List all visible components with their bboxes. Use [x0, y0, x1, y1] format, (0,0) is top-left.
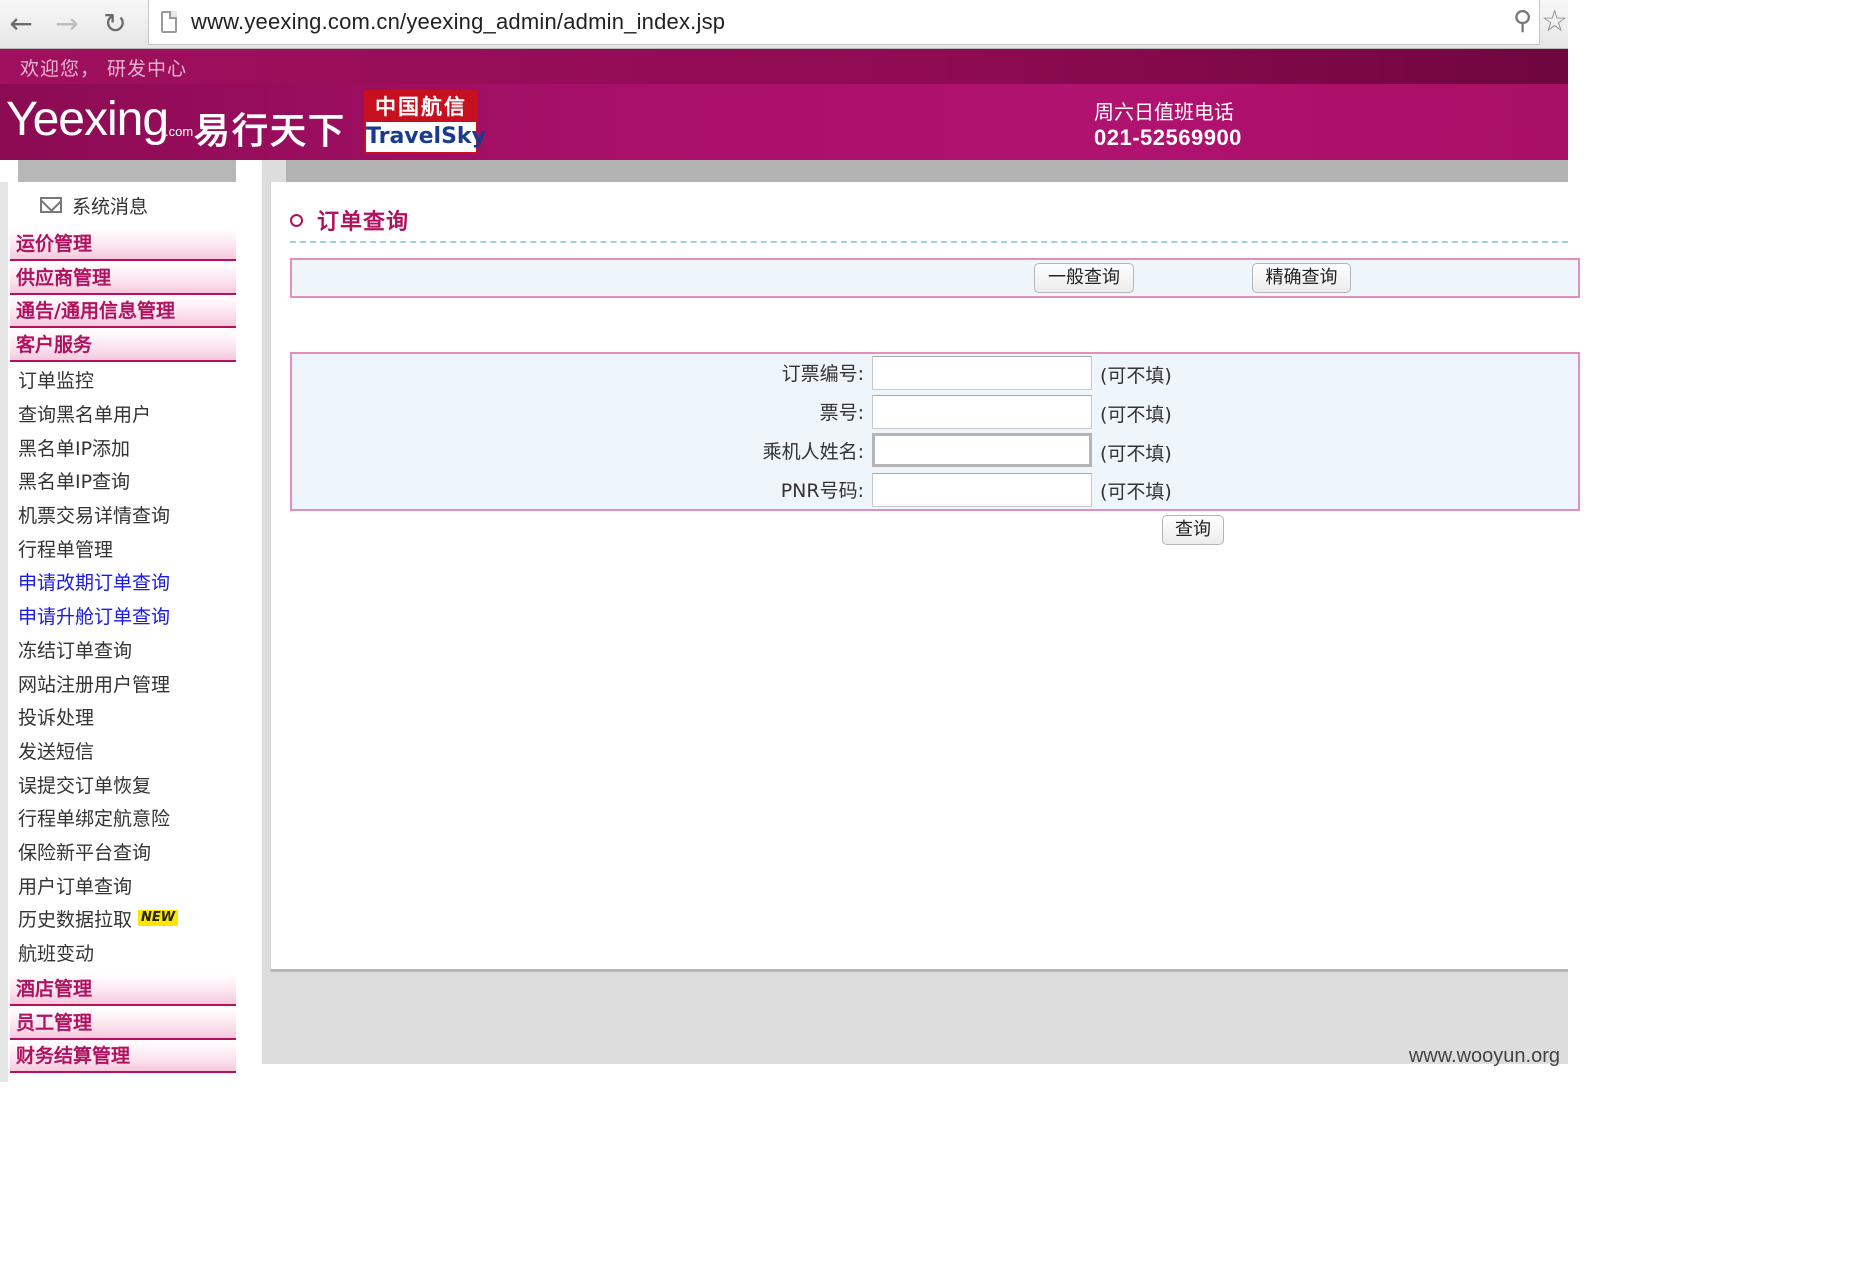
sidebar-item-ticket-detail[interactable]: 机票交易详情查询 — [18, 501, 170, 531]
sidebar-category-fare[interactable]: 运价管理 — [10, 229, 236, 261]
sidebar-item-reschedule-orders[interactable]: 申请改期订单查询 — [18, 568, 170, 598]
new-badge: NEW — [138, 909, 179, 926]
title-divider — [290, 241, 1568, 243]
travelsky-logo: 中国航信 TravelSky — [364, 90, 486, 154]
sidebar-item-registered-users[interactable]: 网站注册用户管理 — [18, 670, 170, 700]
site-header: Yeexing .com 易行天下 中国航信 TravelSky 周六日值班电话… — [0, 84, 1568, 160]
logo-yeexing: Yeexing — [6, 93, 169, 146]
passenger-name-hint: (可不填) — [1100, 443, 1172, 465]
sidebar-item-frozen-orders[interactable]: 冻结订单查询 — [18, 636, 132, 666]
sidebar-header-bar — [18, 160, 236, 182]
sidebar-item-flight-changes[interactable]: 航班变动 — [18, 939, 94, 969]
sidebar-item-user-orders[interactable]: 用户订单查询 — [18, 872, 132, 902]
sidebar-category-staff[interactable]: 员工管理 — [10, 1008, 236, 1040]
welcome-bar: 欢迎您， 研发中心 — [0, 49, 1568, 84]
general-query-button[interactable]: 一般查询 — [1034, 263, 1134, 293]
reload-icon[interactable]: ↻ — [98, 6, 132, 40]
back-arrow-icon[interactable]: ← — [4, 6, 38, 40]
sidebar-item-complaints[interactable]: 投诉处理 — [18, 703, 94, 733]
sidebar-item-blacklist-users[interactable]: 查询黑名单用户 — [18, 400, 151, 430]
main-header-bar — [286, 160, 1568, 182]
ticket-number-input[interactable] — [872, 395, 1092, 429]
sidebar-item-order-recovery[interactable]: 误提交订单恢复 — [18, 771, 151, 801]
passenger-name-input[interactable] — [872, 433, 1092, 467]
page-title: 订单查询 — [317, 210, 410, 235]
forward-arrow-icon[interactable]: → — [50, 6, 84, 40]
sidebar-item-itinerary-insurance[interactable]: 行程单绑定航意险 — [18, 804, 170, 834]
travelsky-en: TravelSky — [366, 124, 486, 149]
sidebar-item-history-data-label: 历史数据拉取 — [18, 909, 133, 931]
ticket-number-hint: (可不填) — [1100, 404, 1172, 426]
logo-com: .com — [165, 124, 194, 139]
sidebar-item-blacklist-ip-query[interactable]: 黑名单IP查询 — [18, 467, 130, 497]
sidebar-item-itinerary[interactable]: 行程单管理 — [18, 535, 113, 565]
booking-number-input[interactable] — [872, 356, 1092, 390]
bottom-strip — [262, 1064, 1568, 1082]
pnr-input[interactable] — [872, 473, 1092, 507]
booking-number-hint: (可不填) — [1100, 365, 1172, 387]
address-bar[interactable]: www.yeexing.com.cn/yeexing_admin/admin_i… — [148, 0, 1540, 45]
sidebar-item-insurance-platform[interactable]: 保险新平台查询 — [18, 838, 151, 868]
system-message-link[interactable]: 系统消息 — [40, 190, 148, 220]
circle-bullet-icon — [290, 213, 303, 227]
pnr-hint: (可不填) — [1100, 481, 1172, 503]
content-panel — [270, 182, 1568, 972]
sidebar-category-notice[interactable]: 通告/通用信息管理 — [10, 296, 236, 328]
page-icon — [161, 11, 177, 33]
sidebar-item-upgrade-orders[interactable]: 申请升舱订单查询 — [18, 602, 170, 632]
watermark: www.wooyun.org — [1408, 1045, 1560, 1067]
search-button[interactable]: 查询 — [1162, 515, 1224, 545]
ticket-number-label: 票号: — [819, 402, 864, 424]
key-icon[interactable]: ⚲ — [1513, 6, 1532, 36]
exact-query-button[interactable]: 精确查询 — [1252, 263, 1351, 293]
pnr-label: PNR号码: — [780, 480, 864, 502]
query-type-bar — [290, 258, 1580, 298]
sidebar-item-blacklist-ip-add[interactable]: 黑名单IP添加 — [18, 434, 130, 464]
travelsky-cn: 中国航信 — [366, 92, 476, 122]
sidebar-item-order-monitor[interactable]: 订单监控 — [18, 366, 94, 396]
sidebar-item-history-data[interactable]: 历史数据拉取 NEW — [18, 905, 179, 935]
sidebar-border — [0, 182, 8, 1082]
section-header: 订单查询 — [290, 204, 409, 236]
system-message-label: 系统消息 — [72, 195, 149, 218]
duty-phone-label: 周六日值班电话 — [1094, 100, 1234, 124]
sidebar-category-hotel[interactable]: 酒店管理 — [10, 974, 236, 1006]
passenger-name-label: 乘机人姓名: — [762, 441, 864, 463]
sidebar-category-finance[interactable]: 财务结算管理 — [10, 1041, 236, 1073]
booking-number-label: 订票编号: — [781, 363, 864, 385]
sidebar-category-supplier[interactable]: 供应商管理 — [10, 263, 236, 295]
star-icon[interactable]: ☆ — [1541, 4, 1568, 39]
mail-icon — [40, 197, 62, 213]
sidebar-category-customer-service[interactable]: 客户服务 — [10, 330, 236, 362]
sidebar-item-send-sms[interactable]: 发送短信 — [18, 737, 94, 767]
logo-cn: 易行天下 — [194, 111, 347, 152]
browser-toolbar: ← → ↻ www.yeexing.com.cn/yeexing_admin/a… — [0, 0, 1568, 49]
url-text[interactable]: www.yeexing.com.cn/yeexing_admin/admin_i… — [191, 9, 725, 35]
duty-phone-number: 021-52569900 — [1094, 125, 1242, 150]
welcome-text: 欢迎您， 研发中心 — [20, 58, 188, 80]
